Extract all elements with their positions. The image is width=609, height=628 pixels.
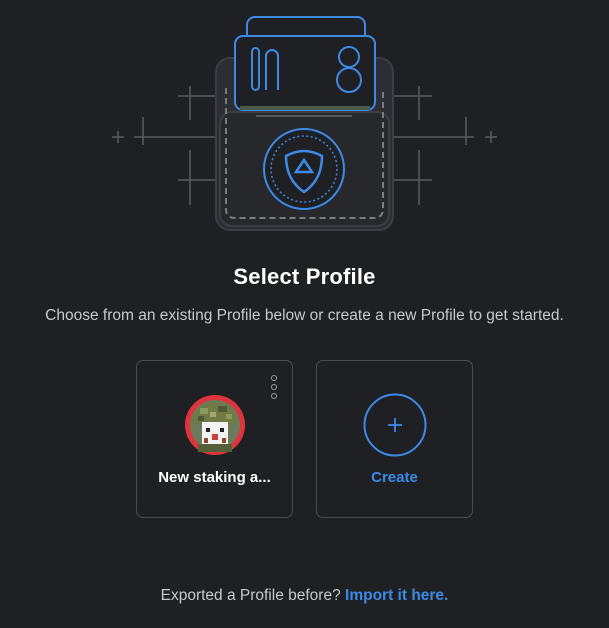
page-title: Select Profile bbox=[233, 264, 376, 289]
import-prompt-text: Exported a Profile before? bbox=[160, 587, 341, 604]
wallet-illustration bbox=[112, 16, 497, 231]
create-profile-card[interactable]: Create bbox=[316, 360, 473, 518]
plus-icon bbox=[363, 393, 427, 457]
create-label: Create bbox=[371, 469, 418, 486]
page-subtitle: Choose from an existing Profile below or… bbox=[45, 307, 564, 324]
select-profile-page: Select Profile Choose from an existing P… bbox=[0, 0, 609, 628]
profile-name: New staking a... bbox=[158, 469, 271, 486]
profile-avatar bbox=[185, 395, 245, 455]
more-options-icon[interactable] bbox=[269, 375, 279, 399]
import-link[interactable]: Import it here. bbox=[345, 587, 448, 604]
import-prompt: Exported a Profile before? Import it her… bbox=[0, 587, 609, 605]
profile-card[interactable]: New staking a... bbox=[136, 360, 293, 518]
